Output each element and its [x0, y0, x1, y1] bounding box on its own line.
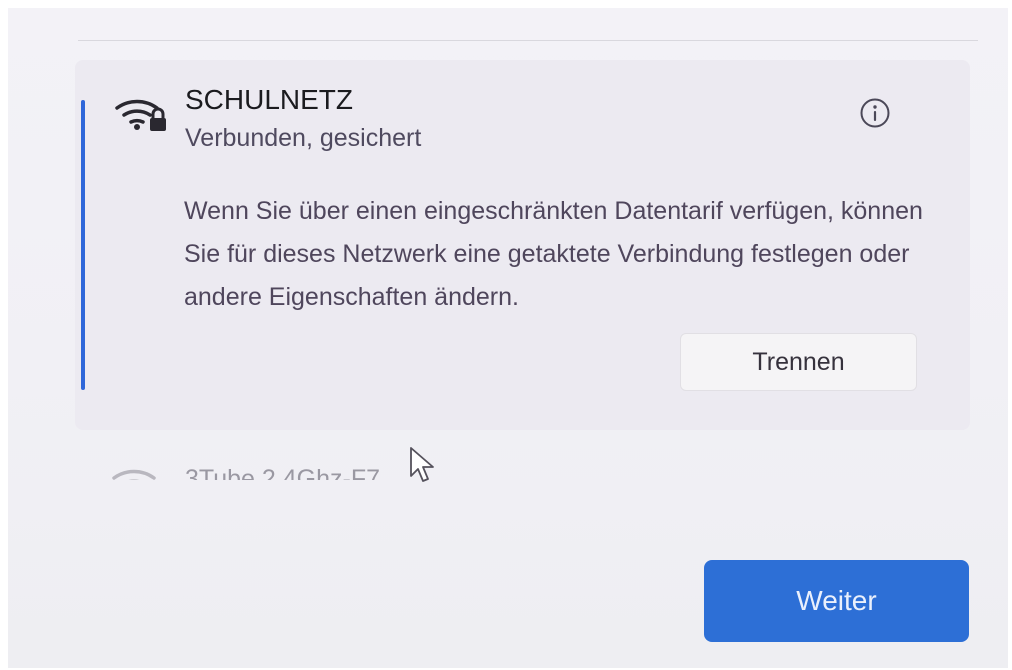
mouse-cursor-icon [410, 447, 434, 482]
divider [78, 40, 978, 41]
selection-indicator [81, 100, 85, 390]
info-icon[interactable] [859, 97, 891, 129]
network-description: Wenn Sie über einen eingeschränkten Date… [184, 197, 923, 311]
network-status: Verbunden, gesichert [185, 124, 422, 152]
network-list-item-name: 3Tube 2.4Ghz-F7 [185, 465, 381, 480]
disconnect-button[interactable]: Trennen [680, 333, 917, 391]
wifi-locked-icon [115, 99, 166, 131]
network-name: SCHULNETZ [185, 84, 354, 115]
next-button[interactable]: Weiter [704, 560, 969, 642]
wifi-icon [112, 469, 156, 480]
network-list-item[interactable]: 3Tube 2.4Ghz-F7 [75, 440, 970, 480]
